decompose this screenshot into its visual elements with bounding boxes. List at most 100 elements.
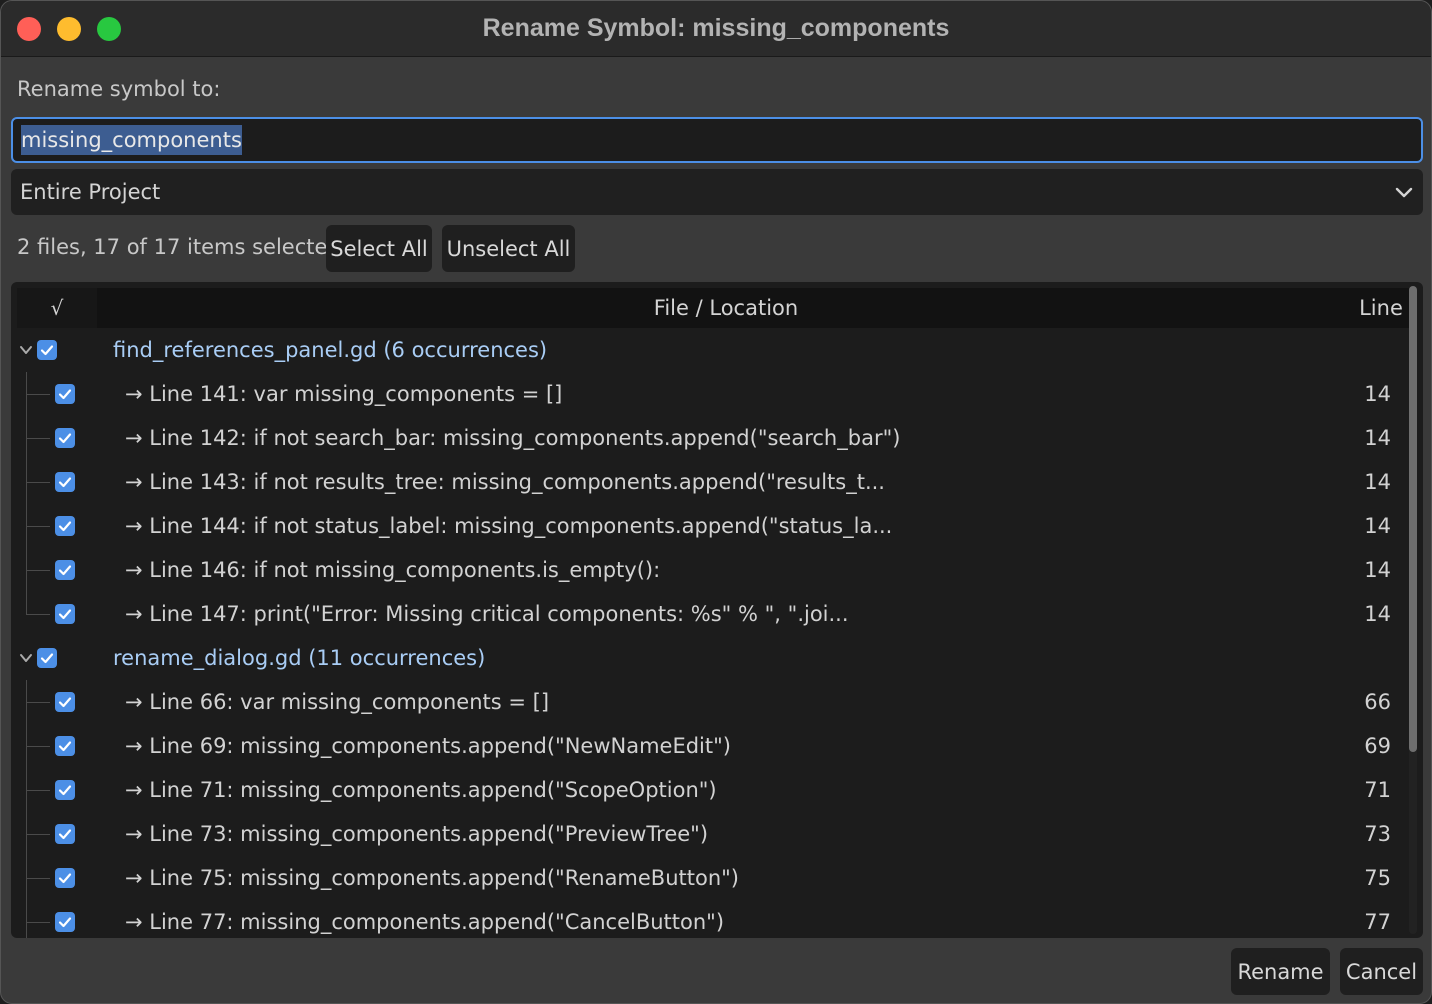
occurrence-row[interactable]: → Line 147: print("Error: Missing critic…	[11, 592, 1407, 636]
checkmark-icon	[58, 697, 72, 708]
scrollbar-thumb[interactable]	[1409, 286, 1417, 752]
checkmark-icon	[58, 873, 72, 884]
occurrence-line: 73	[1364, 822, 1391, 846]
occurrence-text: → Line 146: if not missing_components.is…	[125, 558, 661, 582]
window-controls	[17, 17, 121, 41]
occurrence-row[interactable]: → Line 141: var missing_components = [] …	[11, 372, 1407, 416]
cancel-button[interactable]: Cancel	[1340, 948, 1423, 995]
tree-scrollbar[interactable]	[1409, 286, 1417, 934]
item-checkbox[interactable]	[55, 428, 75, 448]
item-checkbox[interactable]	[55, 560, 75, 580]
new-name-value: missing_components	[21, 125, 242, 155]
checkmark-icon	[40, 345, 54, 356]
occurrence-line: 14	[1364, 514, 1391, 538]
occurrence-text: → Line 142: if not search_bar: missing_c…	[125, 426, 901, 450]
item-checkbox[interactable]	[55, 472, 75, 492]
occurrence-line: 14	[1364, 382, 1391, 406]
header-location-column[interactable]: File / Location	[103, 288, 1349, 328]
checkmark-icon	[58, 477, 72, 488]
checkmark-icon	[58, 389, 72, 400]
item-checkbox[interactable]	[55, 604, 75, 624]
rename-button[interactable]: Rename	[1231, 948, 1330, 995]
title-bar: Rename Symbol: missing_components	[1, 1, 1431, 57]
item-checkbox[interactable]	[55, 780, 75, 800]
file-checkbox[interactable]	[37, 648, 57, 668]
file-row[interactable]: find_references_panel.gd (6 occurrences)	[11, 328, 1407, 372]
occurrence-row[interactable]: → Line 73: missing_components.append("Pr…	[11, 812, 1407, 856]
new-name-input[interactable]: missing_components	[11, 117, 1423, 163]
item-checkbox[interactable]	[55, 384, 75, 404]
checkmark-icon	[58, 741, 72, 752]
scope-selected-value: Entire Project	[20, 180, 161, 204]
window-title: Rename Symbol: missing_components	[482, 14, 950, 42]
occurrence-text: → Line 141: var missing_components = []	[125, 382, 563, 406]
checkmark-icon	[58, 917, 72, 928]
checkmark-icon	[40, 653, 54, 664]
tree-guide-line	[26, 878, 50, 879]
checkmark-icon	[58, 565, 72, 576]
occurrence-text: → Line 75: missing_components.append("Re…	[125, 866, 740, 890]
item-checkbox[interactable]	[55, 516, 75, 536]
tree-guide-line	[26, 746, 50, 747]
rename-dialog-window: Rename Symbol: missing_components Rename…	[0, 0, 1432, 1004]
occurrence-row[interactable]: → Line 144: if not status_label: missing…	[11, 504, 1407, 548]
occurrence-row[interactable]: → Line 77: missing_components.append("Ca…	[11, 900, 1407, 938]
tree-guide-line	[26, 834, 50, 835]
item-checkbox[interactable]	[55, 736, 75, 756]
chevron-down-icon[interactable]	[19, 651, 33, 665]
occurrence-text: → Line 144: if not status_label: missing…	[125, 514, 893, 538]
occurrence-line: 71	[1364, 778, 1391, 802]
occurrence-text: → Line 147: print("Error: Missing critic…	[125, 602, 849, 626]
preview-tree[interactable]: √ File / Location Line find_references_p…	[11, 282, 1423, 938]
occurrence-row[interactable]: → Line 71: missing_components.append("Sc…	[11, 768, 1407, 812]
zoom-window-button[interactable]	[97, 17, 121, 41]
occurrence-text: → Line 143: if not results_tree: missing…	[125, 470, 885, 494]
occurrence-text: → Line 69: missing_components.append("Ne…	[125, 734, 731, 758]
occurrence-text: → Line 66: var missing_components = []	[125, 690, 550, 714]
unselect-all-button[interactable]: Unselect All	[442, 225, 575, 272]
chevron-down-icon[interactable]	[19, 343, 33, 357]
occurrence-text: → Line 77: missing_components.append("Ca…	[125, 910, 725, 934]
tree-guide-line	[26, 922, 50, 923]
item-checkbox[interactable]	[55, 692, 75, 712]
checkmark-icon	[58, 521, 72, 532]
header-line-column[interactable]: Line	[1353, 288, 1409, 328]
checkmark-icon	[58, 829, 72, 840]
file-label: rename_dialog.gd (11 occurrences)	[113, 646, 486, 670]
occurrence-row[interactable]: → Line 146: if not missing_components.is…	[11, 548, 1407, 592]
occurrence-line: 14	[1364, 602, 1391, 626]
occurrence-text: → Line 73: missing_components.append("Pr…	[125, 822, 709, 846]
tree-guide-line	[26, 482, 50, 483]
tree-guide-line	[26, 438, 50, 439]
occurrence-row[interactable]: → Line 75: missing_components.append("Re…	[11, 856, 1407, 900]
tree-guide-line	[26, 790, 50, 791]
tree-guide-line	[26, 614, 50, 615]
occurrence-line: 66	[1364, 690, 1391, 714]
tree-header: √ File / Location Line	[17, 288, 1409, 328]
occurrence-row[interactable]: → Line 143: if not results_tree: missing…	[11, 460, 1407, 504]
selection-summary: 2 files, 17 of 17 items selected	[17, 235, 341, 259]
item-checkbox[interactable]	[55, 868, 75, 888]
occurrence-line: 69	[1364, 734, 1391, 758]
scope-dropdown[interactable]: Entire Project	[11, 169, 1423, 215]
occurrence-line: 14	[1364, 426, 1391, 450]
select-all-button[interactable]: Select All	[326, 225, 432, 272]
file-label: find_references_panel.gd (6 occurrences)	[113, 338, 548, 362]
item-checkbox[interactable]	[55, 912, 75, 932]
file-row[interactable]: rename_dialog.gd (11 occurrences)	[11, 636, 1407, 680]
occurrence-line: 75	[1364, 866, 1391, 890]
occurrence-line: 14	[1364, 558, 1391, 582]
header-check-column[interactable]: √	[17, 288, 97, 328]
checkmark-icon	[58, 609, 72, 620]
item-checkbox[interactable]	[55, 824, 75, 844]
occurrence-row[interactable]: → Line 142: if not search_bar: missing_c…	[11, 416, 1407, 460]
occurrence-row[interactable]: → Line 66: var missing_components = [] 6…	[11, 680, 1407, 724]
tree-guide-line	[26, 702, 50, 703]
checkmark-icon	[58, 785, 72, 796]
minimize-window-button[interactable]	[57, 17, 81, 41]
tree-guide-line	[26, 570, 50, 571]
close-window-button[interactable]	[17, 17, 41, 41]
file-checkbox[interactable]	[37, 340, 57, 360]
rename-label: Rename symbol to:	[17, 77, 221, 101]
occurrence-row[interactable]: → Line 69: missing_components.append("Ne…	[11, 724, 1407, 768]
